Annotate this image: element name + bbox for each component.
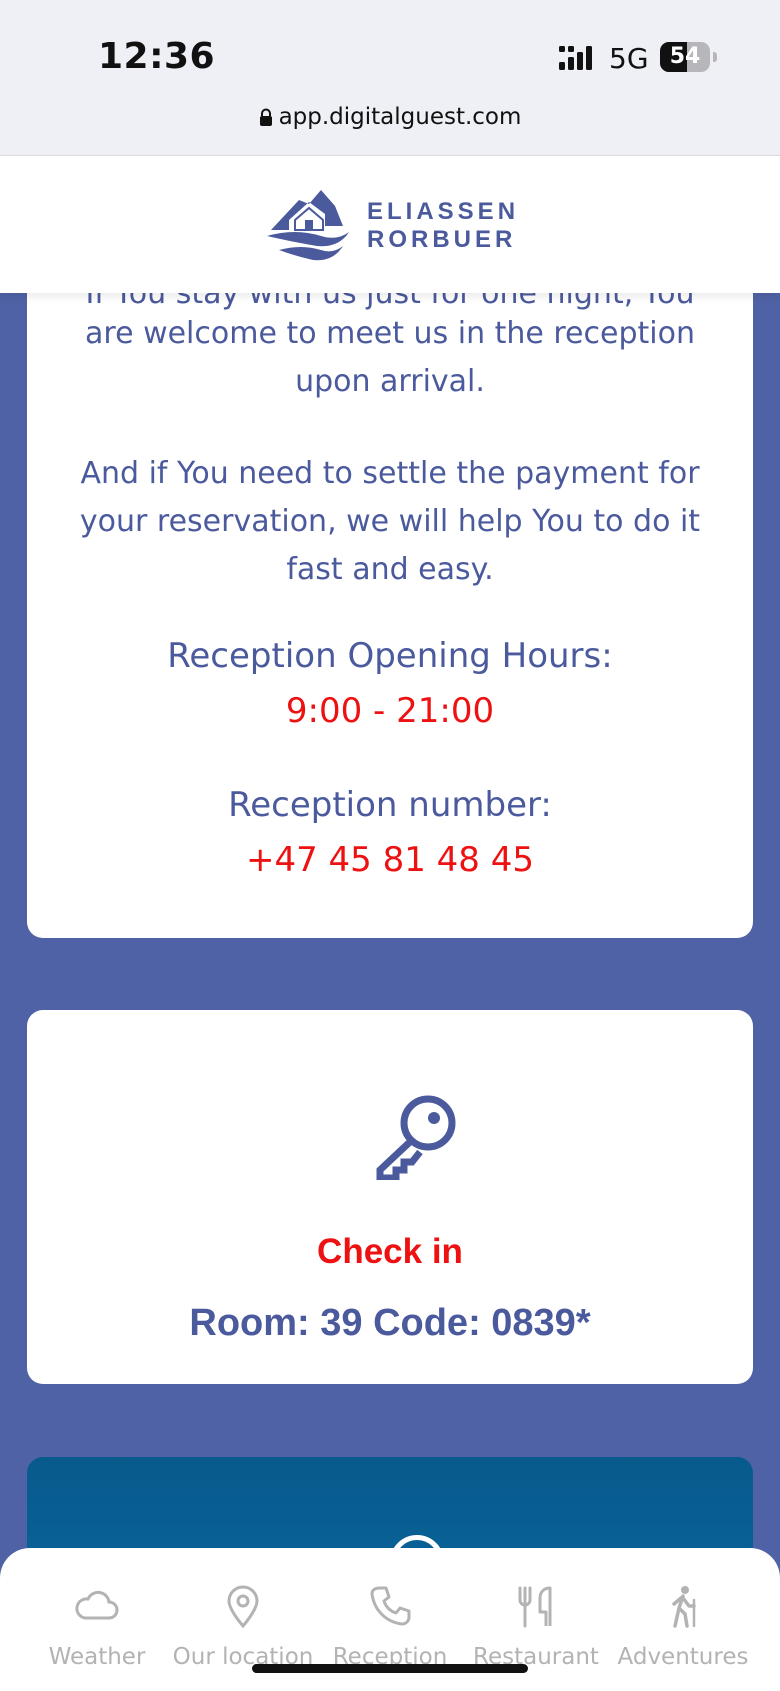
opening-hours-label: Reception Opening Hours:	[167, 636, 613, 676]
tab-weather-label: Weather	[48, 1644, 146, 1670]
brand-name: ELIASSEN RORBUER	[367, 198, 519, 254]
status-time: 12:36	[98, 36, 216, 77]
lock-icon	[259, 108, 272, 126]
opening-hours-value: 9:00 - 21:00	[285, 691, 495, 731]
brand-line-2: RORBUER	[367, 226, 517, 253]
checkin-title: Check in	[317, 1232, 463, 1271]
battery-indicator: 54	[660, 42, 710, 72]
url-bar[interactable]: app.digitalguest.com	[0, 104, 780, 130]
map-pin-icon	[227, 1585, 259, 1629]
payment-info-text: And if You need to settle the payment fo…	[79, 456, 701, 587]
tab-weather[interactable]: Weather	[19, 1548, 175, 1691]
room-code-text: Room: 39 Code: 0839*	[189, 1302, 591, 1344]
cellular-signal-icon	[559, 46, 592, 70]
home-indicator	[252, 1664, 528, 1673]
reception-number-link[interactable]: +47 45 81 48 45	[27, 840, 753, 880]
tab-adventures-label: Adventures	[617, 1644, 749, 1670]
reception-info-card: If You stay with us just for one night, …	[27, 240, 753, 938]
brand-line-1: ELIASSEN	[367, 198, 520, 225]
battery-level: 54	[669, 44, 701, 69]
app-header: ELIASSEN RORBUER	[0, 156, 780, 293]
browser-top-bar: 12:36 5G 54 app.digitalguest.com	[0, 0, 780, 156]
battery-tip	[713, 52, 717, 62]
hiker-icon	[672, 1586, 696, 1628]
checkin-card[interactable]: Check in Room: 39 Code: 0839*	[27, 1010, 753, 1384]
key-icon	[376, 1095, 456, 1180]
cloud-icon	[75, 1590, 119, 1620]
utensils-icon	[518, 1586, 552, 1628]
reception-intro-text: are welcome to meet us in the reception …	[85, 316, 695, 399]
reception-number-label: Reception number:	[228, 785, 552, 825]
network-type: 5G	[609, 42, 649, 75]
url-text: app.digitalguest.com	[278, 104, 522, 130]
phone-icon	[370, 1586, 411, 1626]
house-wave-logo-icon	[267, 190, 349, 261]
tab-adventures[interactable]: Adventures	[605, 1548, 761, 1691]
